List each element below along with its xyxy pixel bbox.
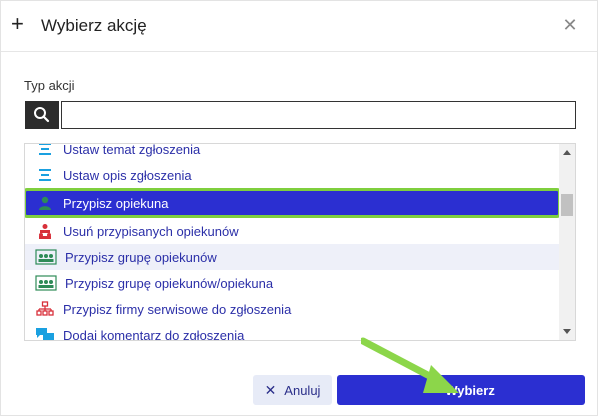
list-item-assign-agent-group[interactable]: Przypisz grupę opiekunów (25, 244, 559, 270)
org-chart-icon (35, 300, 55, 318)
search-icon (34, 107, 50, 123)
close-icon: ✕ (264, 381, 277, 398)
scroll-thumb[interactable] (561, 194, 573, 216)
action-list-items: Ustaw temat zgłoszenia Ustaw opis zgłosz… (25, 143, 561, 341)
action-list: Ustaw temat zgłoszenia Ustaw opis zgłosz… (24, 143, 576, 341)
lines-icon (35, 144, 55, 158)
search-button[interactable] (25, 101, 59, 129)
list-scrollbar[interactable] (559, 144, 575, 340)
plus-icon: + (11, 11, 24, 36)
group-icon (35, 248, 57, 266)
group-icon (35, 274, 57, 292)
list-item-label: Ustaw temat zgłoszenia (63, 143, 201, 157)
list-item-label: Dodaj komentarz do zgłoszenia (63, 327, 245, 341)
close-icon[interactable]: ✕ (560, 14, 580, 36)
select-button-label: Wybierz (445, 382, 495, 398)
list-item-set-description[interactable]: Ustaw opis zgłoszenia (25, 162, 559, 188)
comments-icon (35, 326, 55, 340)
list-item-remove-agents[interactable]: Usuń przypisanych opiekunów (25, 218, 559, 244)
people-remove-icon (35, 222, 55, 240)
list-item-label: Przypisz firmy serwisowe do zgłoszenia (63, 301, 292, 317)
list-item-assign-service-companies[interactable]: Przypisz firmy serwisowe do zgłoszenia (25, 296, 559, 322)
list-item-label: Przypisz opiekuna (63, 195, 169, 211)
scroll-down-icon[interactable] (563, 329, 571, 334)
list-item-label: Przypisz grupę opiekunów (65, 249, 217, 265)
choose-action-dialog: + Wybierz akcję ✕ Typ akcji Ustaw temat … (0, 0, 598, 416)
list-item-label: Ustaw opis zgłoszenia (63, 167, 192, 183)
list-item-assign-agent[interactable]: Przypisz opiekuna (25, 188, 561, 218)
action-type-search-input[interactable] (61, 101, 576, 129)
cancel-button[interactable]: ✕ Anuluj (253, 375, 332, 405)
select-button[interactable]: ✓ Wybierz (337, 375, 585, 405)
check-icon: ✓ (427, 383, 438, 397)
lines-icon (35, 166, 55, 184)
action-type-label: Typ akcji (24, 78, 75, 93)
list-item-set-subject[interactable]: Ustaw temat zgłoszenia (25, 143, 559, 162)
dialog-header: + Wybierz akcję ✕ (1, 1, 597, 52)
list-item-label: Usuń przypisanych opiekunów (63, 223, 239, 239)
person-icon (35, 194, 55, 212)
dialog-title: Wybierz akcję (41, 16, 147, 35)
list-item-add-comment[interactable]: Dodaj komentarz do zgłoszenia (25, 322, 559, 341)
list-item-label: Przypisz grupę opiekunów/opiekuna (65, 275, 274, 291)
cancel-button-label: Anuluj (284, 382, 321, 398)
list-item-assign-group-or-agent[interactable]: Przypisz grupę opiekunów/opiekuna (25, 270, 559, 296)
scroll-up-icon[interactable] (563, 150, 571, 155)
